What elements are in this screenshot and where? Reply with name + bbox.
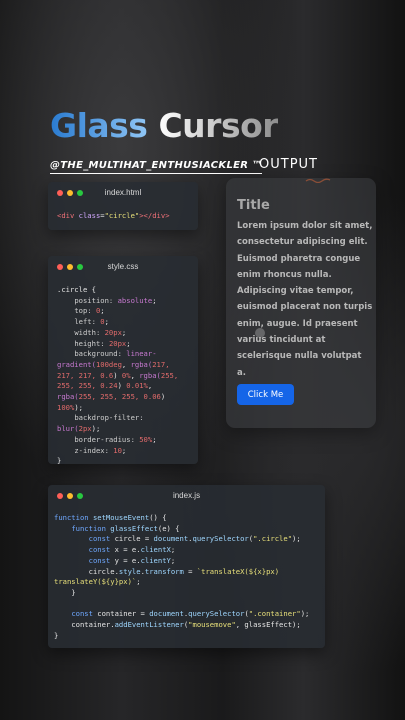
css-code-block: .circle { position: absolute; top: 0; le… (57, 285, 179, 464)
css-code-window: style.css .circle { position: absolute; … (48, 256, 198, 464)
html-code-block: <div class="circle"></div> (57, 211, 170, 220)
window-titlebar: index.html (48, 182, 198, 204)
output-label: OUTPUT (259, 157, 318, 172)
headline-word-glass: Glass (50, 106, 148, 145)
output-paragraph: Lorem ipsum dolor sit amet, consectetur … (237, 221, 373, 378)
creator-handle: @THE_MULTIHAT_ENTHUSIACKLER ™ (50, 160, 263, 174)
filename-label: index.js (172, 491, 201, 500)
click-me-button[interactable]: Click Me (237, 384, 294, 405)
window-titlebar: index.js (48, 485, 325, 507)
filename-label: index.html (104, 188, 142, 197)
window-titlebar: style.css (48, 256, 198, 278)
js-code-window: index.js function setMouseEvent() { func… (48, 485, 325, 648)
html-code-window: index.html <div class="circle"></div> (48, 182, 198, 230)
glass-cursor-circle (255, 328, 265, 338)
js-code-block: function setMouseEvent() { function glas… (54, 513, 310, 640)
output-title: Title (237, 198, 270, 213)
filename-label: style.css (107, 262, 139, 271)
headline-word-cursor: Cursor (158, 106, 279, 145)
headline: Glass Cursor (50, 106, 279, 145)
